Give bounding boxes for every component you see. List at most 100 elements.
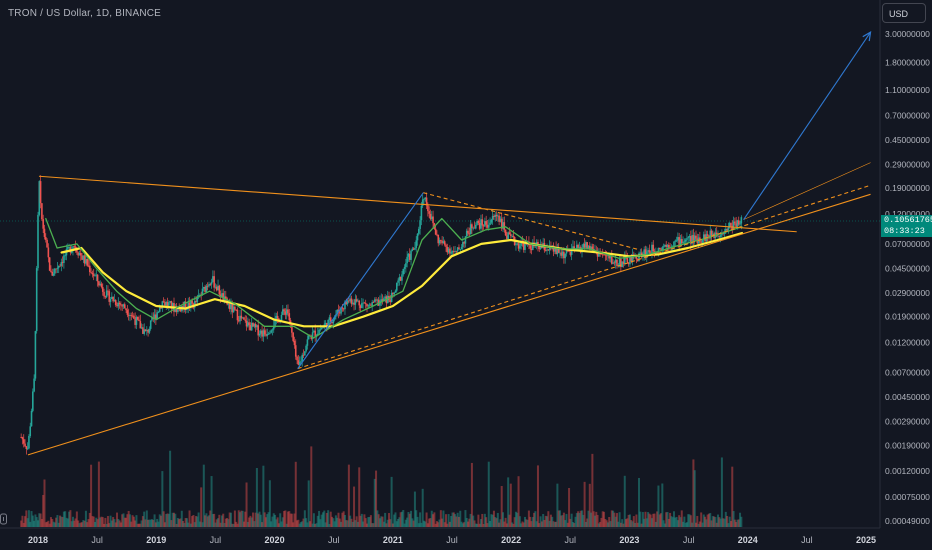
candle-body	[89, 265, 91, 273]
time-axis[interactable]: 2018 Jul 2019 Jul 2020 Jul 2021 Jul 2022 Jul 2023 J…	[28, 535, 876, 545]
price-tick-label: 0.01900000	[885, 312, 930, 322]
time-tick-label: Jul	[683, 535, 695, 545]
candle-body	[133, 315, 135, 319]
candle-body	[162, 301, 165, 303]
time-tick-label: Jul	[801, 535, 813, 545]
candle-body	[306, 339, 309, 346]
volume-bar	[740, 516, 743, 527]
volume-bar	[310, 446, 313, 527]
price-tick-label: 0.00450000	[885, 392, 930, 402]
candle-body	[591, 246, 594, 250]
candle-body	[727, 227, 730, 231]
candle-body	[706, 234, 709, 236]
candle-body	[149, 320, 152, 329]
candle-body	[50, 270, 52, 272]
candle-body	[419, 220, 421, 229]
candle-body	[210, 281, 213, 285]
volume-bar	[43, 479, 46, 527]
current-price-label: 0.10561765 08:33:23	[881, 215, 932, 237]
time-tick-label: 2020	[265, 535, 285, 545]
volume-bar	[307, 480, 310, 527]
price-tick-label: 0.00190000	[885, 440, 930, 450]
gear-icon[interactable]	[0, 512, 8, 530]
currency-button[interactable]: USD	[882, 3, 926, 23]
candle-body	[41, 203, 43, 220]
volume-bar	[97, 461, 100, 527]
candle-body	[136, 317, 139, 320]
candle-body	[684, 239, 687, 242]
candle-body	[305, 345, 307, 352]
candle-body	[32, 391, 34, 411]
volume-bar	[245, 482, 248, 527]
candle-body	[56, 267, 59, 269]
candle-body	[125, 308, 127, 311]
candle-body	[37, 214, 39, 269]
volume-bar	[720, 457, 723, 527]
candle-body	[22, 439, 25, 444]
candle-body	[415, 240, 418, 248]
candle-body	[428, 211, 430, 214]
volume-bar	[536, 465, 539, 527]
candle-body	[91, 272, 94, 275]
candle-body	[673, 241, 675, 247]
candle-body	[47, 247, 50, 258]
candle-body	[86, 258, 89, 266]
candle-body	[393, 292, 395, 295]
candle-body	[434, 228, 437, 235]
candle-body	[304, 351, 306, 356]
candle-body	[667, 244, 670, 248]
candle-body	[487, 224, 490, 228]
candle-body	[730, 223, 732, 226]
price-tick-label: 0.07000000	[885, 239, 930, 249]
price-chart[interactable]: 3.00000000 1.80000000 1.10000000 0.70000000…	[0, 0, 932, 550]
candle-body	[687, 237, 690, 239]
gear-icon-shape	[0, 513, 7, 525]
candle-body	[683, 241, 686, 243]
volume-bar	[169, 450, 172, 527]
candle-body	[367, 305, 370, 307]
price-tick-label: 3.00000000	[885, 29, 930, 39]
volume-bar	[509, 483, 512, 527]
candle-body	[489, 222, 491, 225]
volume-bar	[487, 461, 490, 527]
candle-body	[39, 181, 42, 204]
candle-body	[503, 222, 506, 230]
candle-body	[509, 234, 512, 236]
candle-body	[397, 280, 399, 283]
volume-bar	[200, 487, 203, 527]
price-tick-label: 0.00049000	[885, 516, 930, 526]
price-tick-label: 0.04500000	[885, 264, 930, 274]
time-tick-label: Jul	[565, 535, 577, 545]
candle-body	[225, 296, 227, 299]
time-tick-label: 2018	[28, 535, 48, 545]
candle-body	[280, 314, 283, 321]
candle-body	[28, 436, 30, 449]
candle-body	[529, 245, 532, 249]
candle-body	[26, 448, 29, 450]
price-tick-label: 0.01200000	[885, 337, 930, 347]
candle-body	[287, 309, 289, 314]
time-tick-label: Jul	[328, 535, 340, 545]
candle-body	[42, 219, 44, 229]
candle-body	[123, 304, 126, 309]
time-tick-label: 2024	[738, 535, 758, 545]
symbol-title: TRON / US Dollar, 1D, BINANCE	[8, 8, 162, 19]
candle-body	[410, 250, 412, 260]
candle-body	[401, 274, 403, 281]
candle-body	[92, 274, 95, 276]
time-tick-label: Jul	[446, 535, 458, 545]
candle-body	[508, 232, 511, 235]
candle-body	[267, 333, 270, 335]
candle-body	[481, 219, 484, 226]
candle-body	[372, 302, 375, 303]
candle-body	[648, 250, 651, 253]
candle-body	[293, 340, 296, 346]
volume-bar	[268, 480, 271, 527]
volume-bar	[294, 461, 297, 527]
candle-body	[300, 361, 302, 363]
candle-body	[322, 327, 324, 329]
candle-body	[416, 233, 419, 241]
candle-body	[432, 216, 434, 224]
candle-body	[109, 299, 112, 302]
candle-body	[138, 319, 140, 322]
